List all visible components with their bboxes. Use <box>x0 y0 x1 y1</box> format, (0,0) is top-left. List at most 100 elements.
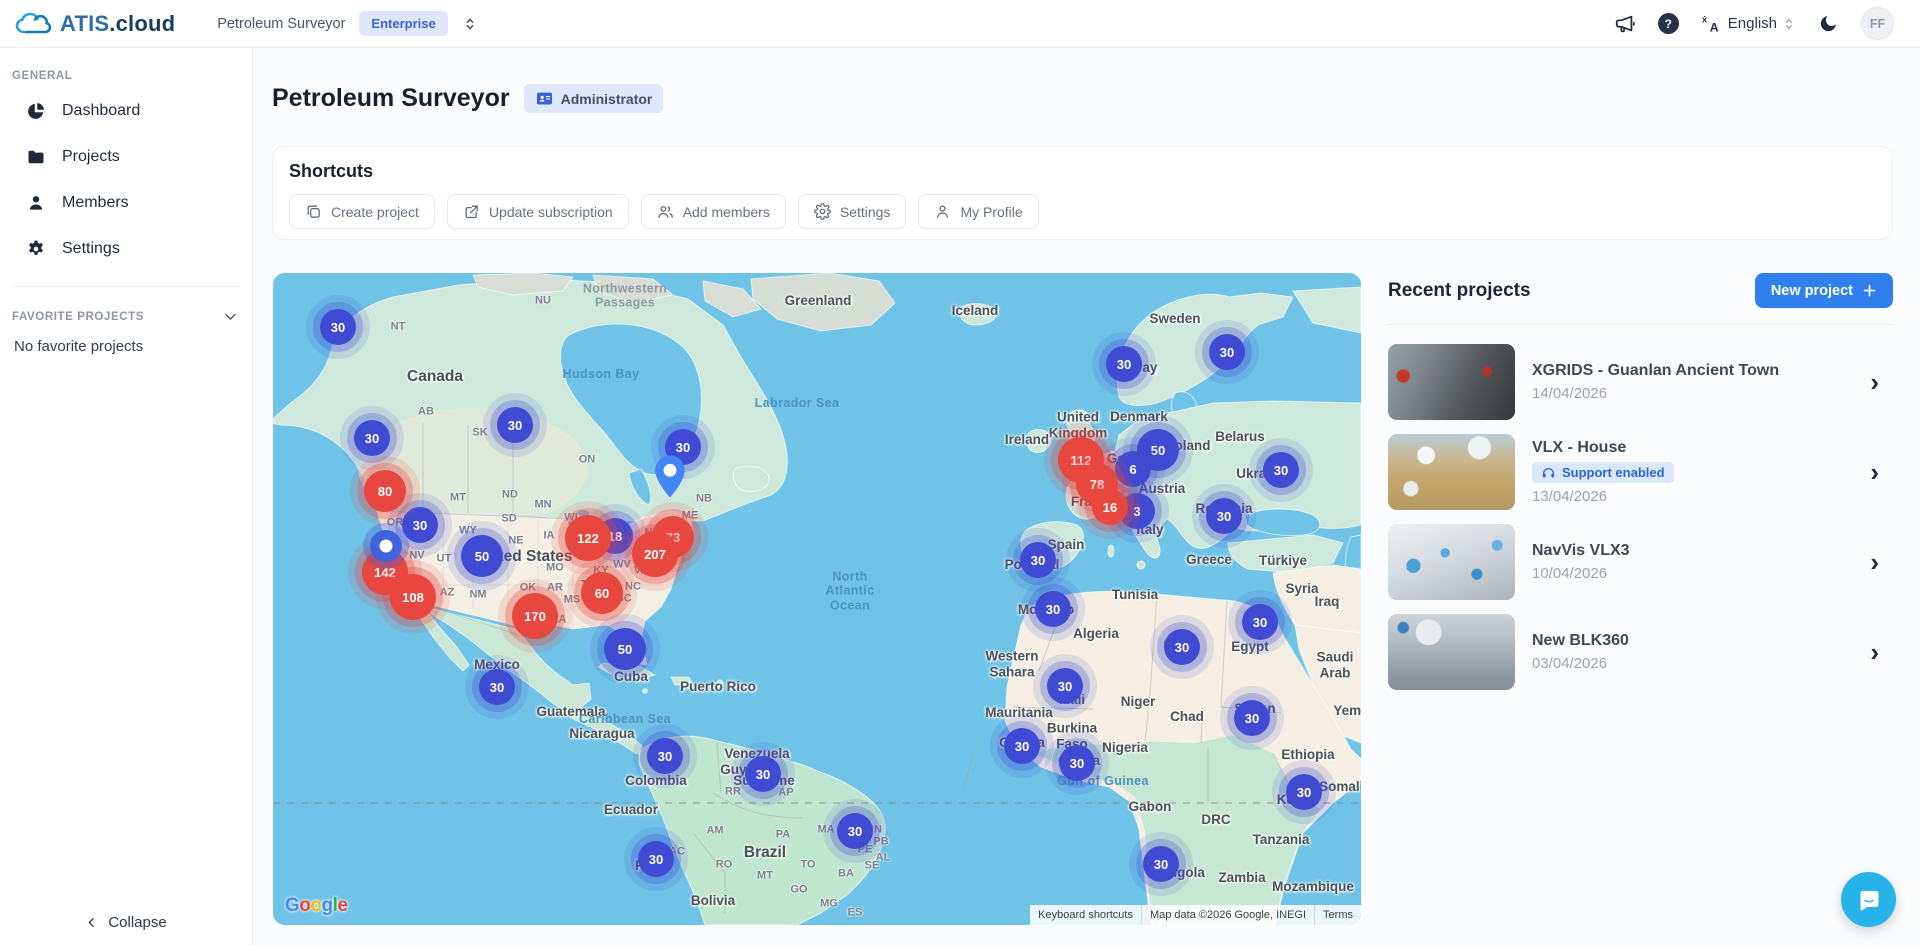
map-cluster-marker[interactable]: 80 <box>364 470 406 512</box>
map-cluster-marker[interactable]: 30 <box>1286 774 1322 810</box>
project-row-navvis-vlx3[interactable]: NavVis VLX310/04/2026 › <box>1388 517 1893 607</box>
chevron-right-icon: › <box>1870 459 1887 485</box>
map-cluster-marker[interactable]: 170 <box>512 593 558 639</box>
sidebar-item-dashboard[interactable]: Dashboard <box>0 88 252 134</box>
settings-button[interactable]: Settings <box>798 194 907 229</box>
map-cluster-marker[interactable]: 30 <box>1234 700 1270 736</box>
world-map[interactable]: CanadaUnited StatesBrazilGreenlandIcelan… <box>273 273 1361 925</box>
project-title: XGRIDS - Guanlan Ancient Town <box>1532 362 1853 380</box>
add-members-icon <box>657 203 674 220</box>
language-selector[interactable]: ẋ A English <box>1701 13 1795 34</box>
page-title: Petroleum Surveyor <box>272 84 510 113</box>
chevron-right-icon: › <box>1870 369 1887 395</box>
favorites-empty-text: No favorite projects <box>0 330 252 355</box>
project-date: 03/04/2026 <box>1532 655 1853 672</box>
map-cluster-marker[interactable]: 50 <box>461 535 503 577</box>
map-cluster-marker[interactable]: 30 <box>647 738 683 774</box>
svg-text:ẋ: ẋ <box>1702 15 1708 26</box>
terms-link[interactable]: Terms <box>1314 905 1361 925</box>
map-cluster-marker[interactable]: 30 <box>1263 452 1299 488</box>
favorites-label: FAVORITE PROJECTS <box>12 311 144 323</box>
project-row-vlx-house[interactable]: VLX - HouseSupport enabled13/04/2026› <box>1388 427 1893 517</box>
sidebar-item-label: Members <box>62 194 129 212</box>
chat-bubble-icon <box>1855 886 1883 914</box>
brand-logo[interactable]: ATIS.cloud <box>0 11 175 37</box>
gear-icon <box>26 239 46 259</box>
workspace-selector[interactable] <box>462 16 478 32</box>
project-row-new-blk360[interactable]: New BLK36003/04/2026› <box>1388 607 1893 697</box>
cloud-logo-icon <box>14 11 52 37</box>
gear-outline-icon <box>814 203 831 220</box>
help-icon[interactable]: ? <box>1658 13 1679 34</box>
map-cluster-marker[interactable]: 30 <box>1004 728 1040 764</box>
map-cluster-marker[interactable]: 50 <box>604 628 646 670</box>
sidebar-item-settings[interactable]: Settings <box>0 226 252 272</box>
announcements-icon[interactable] <box>1614 13 1636 35</box>
map-cluster-marker[interactable]: 60 <box>581 572 623 614</box>
sidebar-section-favorites[interactable]: FAVORITE PROJECTS <box>0 287 252 330</box>
person-outline-icon <box>934 203 951 220</box>
dark-mode-icon[interactable] <box>1817 13 1839 35</box>
shortcut-button-label: My Profile <box>960 204 1022 220</box>
map-cluster-marker[interactable]: 122 <box>565 515 611 561</box>
role-badge-label: Administrator <box>561 91 653 107</box>
map-cluster-marker[interactable]: 30 <box>1020 542 1056 578</box>
shortcuts-title: Shortcuts <box>289 161 1876 182</box>
create-project-button[interactable]: Create project <box>289 194 435 229</box>
map-dot-marker[interactable] <box>370 530 402 562</box>
top-header: ATIS.cloud Petroleum Surveyor Enterprise… <box>0 0 1920 48</box>
map-cluster-marker[interactable]: 30 <box>320 309 356 345</box>
map-cluster-marker[interactable]: 30 <box>745 756 781 792</box>
sidebar-item-projects[interactable]: Projects <box>0 134 252 180</box>
folder-icon <box>26 147 46 167</box>
chat-launcher-button[interactable] <box>1841 872 1896 927</box>
map-cluster-marker[interactable]: 30 <box>1206 498 1242 534</box>
shortcut-button-label: Add members <box>683 204 770 220</box>
project-info: NavVis VLX310/04/2026 <box>1532 542 1853 582</box>
map-cluster-marker[interactable]: 30 <box>1143 846 1179 882</box>
map-cluster-marker[interactable]: 30 <box>1035 591 1071 627</box>
map-cluster-marker[interactable]: 30 <box>497 407 533 443</box>
map-pin-marker[interactable] <box>655 455 685 502</box>
person-icon <box>26 193 46 213</box>
map-cluster-marker[interactable]: 30 <box>1059 745 1095 781</box>
google-logo[interactable]: Google <box>285 895 347 917</box>
sidebar-item-members[interactable]: Members <box>0 180 252 226</box>
update-subscription-button[interactable]: Update subscription <box>447 194 629 229</box>
map-cluster-marker[interactable]: 30 <box>1047 668 1083 704</box>
role-badge: Administrator <box>524 84 664 113</box>
sidebar-item-label: Projects <box>62 148 120 166</box>
project-row-xgrids-guanlan-ancient-town[interactable]: XGRIDS - Guanlan Ancient Town14/04/2026 › <box>1388 337 1893 427</box>
recent-projects-title: Recent projects <box>1388 280 1531 302</box>
map-cluster-marker[interactable]: 6 <box>1115 451 1151 487</box>
map-cluster-marker[interactable]: 30 <box>1209 334 1245 370</box>
map-cluster-marker[interactable]: 30 <box>837 813 873 849</box>
map-cluster-marker[interactable]: 207 <box>632 531 678 577</box>
map-cluster-marker[interactable]: 30 <box>638 841 674 877</box>
sidebar-section-general: GENERAL <box>0 48 252 88</box>
my-profile-button[interactable]: My Profile <box>918 194 1038 229</box>
brand-name: ATIS.cloud <box>60 11 175 37</box>
map-cluster-marker[interactable]: 108 <box>390 574 436 620</box>
project-info: XGRIDS - Guanlan Ancient Town14/04/2026 <box>1532 362 1853 402</box>
new-project-button[interactable]: New project <box>1755 273 1893 308</box>
avatar[interactable]: FF <box>1861 7 1894 40</box>
chevron-right-icon: › <box>1870 549 1887 575</box>
external-link-icon <box>463 203 480 220</box>
map-cluster-marker[interactable]: 30 <box>402 507 438 543</box>
map-cluster-marker[interactable]: 30 <box>354 420 390 456</box>
map-cluster-marker[interactable]: 30 <box>1106 346 1142 382</box>
map-cluster-marker[interactable]: 30 <box>1242 604 1278 640</box>
headphones-icon <box>1541 465 1556 480</box>
project-thumbnail <box>1388 524 1515 600</box>
project-thumbnail <box>1388 344 1515 420</box>
add-members-button[interactable]: Add members <box>641 194 786 229</box>
pie-chart-icon <box>26 101 46 121</box>
collapse-button[interactable]: Collapse <box>0 914 252 931</box>
map-cluster-marker[interactable]: 16 <box>1092 489 1128 525</box>
plan-badge: Enterprise <box>359 11 447 36</box>
map-attribution: Keyboard shortcuts Map data ©2026 Google… <box>1030 905 1361 925</box>
map-cluster-marker[interactable]: 30 <box>479 669 515 705</box>
keyboard-shortcuts-link[interactable]: Keyboard shortcuts <box>1030 905 1141 925</box>
map-cluster-marker[interactable]: 30 <box>1164 629 1200 665</box>
